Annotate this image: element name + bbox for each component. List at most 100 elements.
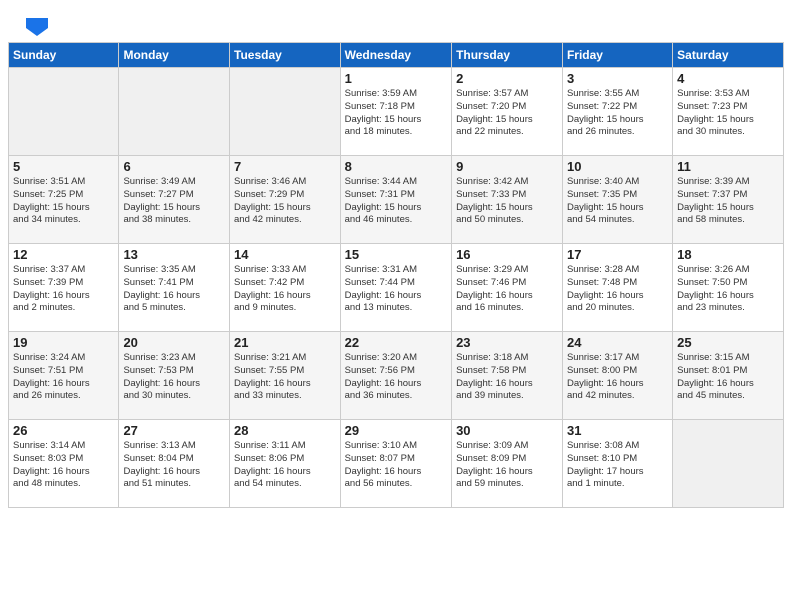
day-number: 14 [234, 247, 336, 262]
day-number: 8 [345, 159, 447, 174]
day-of-week-header: Monday [119, 43, 230, 68]
calendar-cell: 27 Sunrise: 3:13 AM Sunset: 8:04 PM Dayli… [119, 420, 230, 508]
calendar-cell [673, 420, 784, 508]
calendar-cell: 18 Sunrise: 3:26 AM Sunset: 7:50 PM Dayli… [673, 244, 784, 332]
calendar-cell: 31 Sunrise: 3:08 AM Sunset: 8:10 PM Dayli… [562, 420, 672, 508]
calendar-cell: 26 Sunrise: 3:14 AM Sunset: 8:03 PM Dayli… [9, 420, 119, 508]
day-number: 21 [234, 335, 336, 350]
cell-info: Sunrise: 3:24 AM Sunset: 7:51 PM Dayligh… [13, 352, 114, 403]
cell-info: Sunrise: 3:53 AM Sunset: 7:23 PM Dayligh… [677, 88, 779, 139]
day-number: 31 [567, 423, 668, 438]
day-number: 7 [234, 159, 336, 174]
day-of-week-header: Thursday [452, 43, 563, 68]
day-of-week-header: Friday [562, 43, 672, 68]
calendar-week-row: 1Sunrise: 3:59 AM Sunset: 7:18 PM Daylig… [9, 68, 784, 156]
cell-info: Sunrise: 3:13 AM Sunset: 8:04 PM Dayligh… [123, 440, 225, 491]
day-number: 25 [677, 335, 779, 350]
day-of-week-header: Sunday [9, 43, 119, 68]
calendar-cell: 23 Sunrise: 3:18 AM Sunset: 7:58 PM Dayli… [452, 332, 563, 420]
day-number: 11 [677, 159, 779, 174]
calendar-header-row: SundayMondayTuesdayWednesdayThursdayFrid… [9, 43, 784, 68]
cell-info: Sunrise: 3:42 AM Sunset: 7:33 PM Dayligh… [456, 176, 558, 227]
cell-info: Sunrise: 3:33 AM Sunset: 7:42 PM Dayligh… [234, 264, 336, 315]
cell-info: Sunrise: 3:17 AM Sunset: 8:00 PM Dayligh… [567, 352, 668, 403]
day-number: 18 [677, 247, 779, 262]
day-number: 10 [567, 159, 668, 174]
calendar-cell: 4 Sunrise: 3:53 AM Sunset: 7:23 PM Daylig… [673, 68, 784, 156]
cell-info: Sunrise: 3:37 AM Sunset: 7:39 PM Dayligh… [13, 264, 114, 315]
day-number: 12 [13, 247, 114, 262]
day-number: 27 [123, 423, 225, 438]
cell-info: Sunrise: 3:44 AM Sunset: 7:31 PM Dayligh… [345, 176, 447, 227]
cell-info: Sunrise: 3:57 AM Sunset: 7:20 PM Dayligh… [456, 88, 558, 139]
calendar-cell: 19 Sunrise: 3:24 AM Sunset: 7:51 PM Dayli… [9, 332, 119, 420]
calendar-cell: 15 Sunrise: 3:31 AM Sunset: 7:44 PM Dayli… [340, 244, 451, 332]
day-number: 29 [345, 423, 447, 438]
calendar-cell: 17 Sunrise: 3:28 AM Sunset: 7:48 PM Dayli… [562, 244, 672, 332]
calendar-week-row: 12 Sunrise: 3:37 AM Sunset: 7:39 PM Dayli… [9, 244, 784, 332]
day-number: 2 [456, 71, 558, 86]
day-number: 24 [567, 335, 668, 350]
day-number: 26 [13, 423, 114, 438]
cell-info: Sunrise: 3:29 AM Sunset: 7:46 PM Dayligh… [456, 264, 558, 315]
cell-info: Sunrise: 3:20 AM Sunset: 7:56 PM Dayligh… [345, 352, 447, 403]
calendar-week-row: 19 Sunrise: 3:24 AM Sunset: 7:51 PM Dayli… [9, 332, 784, 420]
cell-info: Sunrise: 3:26 AM Sunset: 7:50 PM Dayligh… [677, 264, 779, 315]
cell-info: Sunrise: 3:14 AM Sunset: 8:03 PM Dayligh… [13, 440, 114, 491]
calendar-week-row: 26 Sunrise: 3:14 AM Sunset: 8:03 PM Dayli… [9, 420, 784, 508]
calendar-cell: 6Sunrise: 3:49 AM Sunset: 7:27 PM Daylig… [119, 156, 230, 244]
day-number: 19 [13, 335, 114, 350]
day-of-week-header: Wednesday [340, 43, 451, 68]
calendar-cell: 11 Sunrise: 3:39 AM Sunset: 7:37 PM Dayli… [673, 156, 784, 244]
calendar-cell: 28Sunrise: 3:11 AM Sunset: 8:06 PM Dayli… [230, 420, 341, 508]
calendar-cell: 9 Sunrise: 3:42 AM Sunset: 7:33 PM Daylig… [452, 156, 563, 244]
day-number: 23 [456, 335, 558, 350]
cell-info: Sunrise: 3:51 AM Sunset: 7:25 PM Dayligh… [13, 176, 114, 227]
day-number: 5 [13, 159, 114, 174]
calendar-week-row: 5 Sunrise: 3:51 AM Sunset: 7:25 PM Daylig… [9, 156, 784, 244]
calendar-cell: 21 Sunrise: 3:21 AM Sunset: 7:55 PM Dayli… [230, 332, 341, 420]
cell-info: Sunrise: 3:23 AM Sunset: 7:53 PM Dayligh… [123, 352, 225, 403]
calendar-cell: 24 Sunrise: 3:17 AM Sunset: 8:00 PM Dayli… [562, 332, 672, 420]
cell-info: Sunrise: 3:18 AM Sunset: 7:58 PM Dayligh… [456, 352, 558, 403]
cell-info: Sunrise: 3:40 AM Sunset: 7:35 PM Dayligh… [567, 176, 668, 227]
calendar-cell: 25 Sunrise: 3:15 AM Sunset: 8:01 PM Dayli… [673, 332, 784, 420]
calendar-cell: 8 Sunrise: 3:44 AM Sunset: 7:31 PM Daylig… [340, 156, 451, 244]
day-number: 30 [456, 423, 558, 438]
cell-info: Sunrise: 3:11 AM Sunset: 8:06 PM Dayligh… [234, 440, 336, 491]
calendar-cell: 14 Sunrise: 3:33 AM Sunset: 7:42 PM Dayli… [230, 244, 341, 332]
day-number: 17 [567, 247, 668, 262]
day-of-week-header: Tuesday [230, 43, 341, 68]
cell-info: Sunrise: 3:28 AM Sunset: 7:48 PM Dayligh… [567, 264, 668, 315]
calendar-cell [9, 68, 119, 156]
logo [24, 18, 48, 32]
day-number: 9 [456, 159, 558, 174]
cell-info: Sunrise: 3:08 AM Sunset: 8:10 PM Dayligh… [567, 440, 668, 491]
day-number: 15 [345, 247, 447, 262]
day-number: 22 [345, 335, 447, 350]
cell-info: Sunrise: 3:35 AM Sunset: 7:41 PM Dayligh… [123, 264, 225, 315]
calendar-cell: 7Sunrise: 3:46 AM Sunset: 7:29 PM Daylig… [230, 156, 341, 244]
calendar-cell: 30Sunrise: 3:09 AM Sunset: 8:09 PM Dayli… [452, 420, 563, 508]
day-number: 13 [123, 247, 225, 262]
calendar-container: SundayMondayTuesdayWednesdayThursdayFrid… [0, 42, 792, 516]
calendar-cell: 5 Sunrise: 3:51 AM Sunset: 7:25 PM Daylig… [9, 156, 119, 244]
calendar-cell [230, 68, 341, 156]
cell-info: Sunrise: 3:31 AM Sunset: 7:44 PM Dayligh… [345, 264, 447, 315]
calendar-cell: 10 Sunrise: 3:40 AM Sunset: 7:35 PM Dayli… [562, 156, 672, 244]
cell-info: Sunrise: 3:10 AM Sunset: 8:07 PM Dayligh… [345, 440, 447, 491]
logo-icon [26, 18, 48, 36]
cell-info: Sunrise: 3:55 AM Sunset: 7:22 PM Dayligh… [567, 88, 668, 139]
calendar-cell: 13 Sunrise: 3:35 AM Sunset: 7:41 PM Dayli… [119, 244, 230, 332]
day-number: 4 [677, 71, 779, 86]
cell-info: Sunrise: 3:39 AM Sunset: 7:37 PM Dayligh… [677, 176, 779, 227]
cell-info: Sunrise: 3:21 AM Sunset: 7:55 PM Dayligh… [234, 352, 336, 403]
day-number: 20 [123, 335, 225, 350]
calendar-cell: 16Sunrise: 3:29 AM Sunset: 7:46 PM Dayli… [452, 244, 563, 332]
page-header [0, 0, 792, 42]
cell-info: Sunrise: 3:49 AM Sunset: 7:27 PM Dayligh… [123, 176, 225, 227]
cell-info: Sunrise: 3:15 AM Sunset: 8:01 PM Dayligh… [677, 352, 779, 403]
calendar-table: SundayMondayTuesdayWednesdayThursdayFrid… [8, 42, 784, 508]
calendar-cell: 20 Sunrise: 3:23 AM Sunset: 7:53 PM Dayli… [119, 332, 230, 420]
calendar-cell: 29 Sunrise: 3:10 AM Sunset: 8:07 PM Dayli… [340, 420, 451, 508]
